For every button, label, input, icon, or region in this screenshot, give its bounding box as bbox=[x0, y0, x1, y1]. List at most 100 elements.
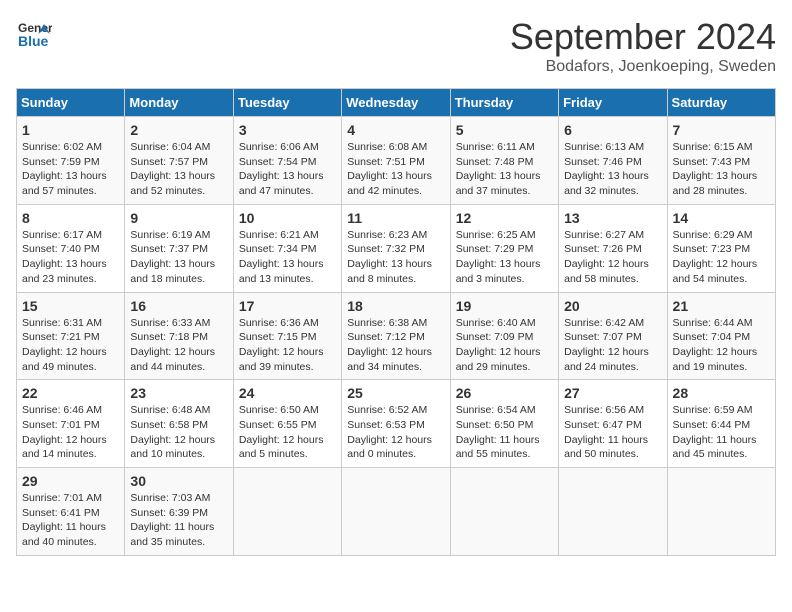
day-number: 19 bbox=[456, 298, 553, 314]
day-number: 16 bbox=[130, 298, 227, 314]
day-info: Sunrise: 6:44 AMSunset: 7:04 PMDaylight:… bbox=[673, 317, 758, 373]
day-number: 24 bbox=[239, 385, 336, 401]
day-info: Sunrise: 6:59 AMSunset: 6:44 PMDaylight:… bbox=[673, 404, 757, 460]
day-number: 28 bbox=[673, 385, 770, 401]
day-number: 1 bbox=[22, 122, 119, 138]
svg-text:Blue: Blue bbox=[18, 33, 49, 49]
title-section: September 2024 Bodafors, Joenkoeping, Sw… bbox=[510, 16, 776, 76]
calendar-cell: 8 Sunrise: 6:17 AMSunset: 7:40 PMDaylight… bbox=[17, 204, 125, 292]
day-info: Sunrise: 6:54 AMSunset: 6:50 PMDaylight:… bbox=[456, 404, 540, 460]
day-number: 17 bbox=[239, 298, 336, 314]
logo-icon: General Blue bbox=[16, 16, 52, 52]
day-number: 11 bbox=[347, 210, 444, 226]
header-wednesday: Wednesday bbox=[342, 89, 450, 117]
calendar-cell: 21 Sunrise: 6:44 AMSunset: 7:04 PMDayligh… bbox=[667, 292, 775, 380]
day-number: 21 bbox=[673, 298, 770, 314]
calendar-week-row: 29 Sunrise: 7:01 AMSunset: 6:41 PMDayligh… bbox=[17, 468, 776, 556]
header-saturday: Saturday bbox=[667, 89, 775, 117]
day-info: Sunrise: 6:04 AMSunset: 7:57 PMDaylight:… bbox=[130, 141, 215, 197]
calendar-cell: 28 Sunrise: 6:59 AMSunset: 6:44 PMDayligh… bbox=[667, 380, 775, 468]
calendar-cell: 23 Sunrise: 6:48 AMSunset: 6:58 PMDayligh… bbox=[125, 380, 233, 468]
calendar-table: Sunday Monday Tuesday Wednesday Thursday… bbox=[16, 88, 776, 556]
calendar-cell: 16 Sunrise: 6:33 AMSunset: 7:18 PMDayligh… bbox=[125, 292, 233, 380]
day-info: Sunrise: 6:17 AMSunset: 7:40 PMDaylight:… bbox=[22, 229, 107, 285]
day-number: 27 bbox=[564, 385, 661, 401]
calendar-title: September 2024 bbox=[510, 16, 776, 58]
calendar-cell: 22 Sunrise: 6:46 AMSunset: 7:01 PMDayligh… bbox=[17, 380, 125, 468]
day-info: Sunrise: 6:02 AMSunset: 7:59 PMDaylight:… bbox=[22, 141, 107, 197]
day-info: Sunrise: 6:31 AMSunset: 7:21 PMDaylight:… bbox=[22, 317, 107, 373]
day-number: 12 bbox=[456, 210, 553, 226]
day-info: Sunrise: 6:52 AMSunset: 6:53 PMDaylight:… bbox=[347, 404, 432, 460]
calendar-subtitle: Bodafors, Joenkoeping, Sweden bbox=[510, 58, 776, 76]
day-info: Sunrise: 6:06 AMSunset: 7:54 PMDaylight:… bbox=[239, 141, 324, 197]
day-info: Sunrise: 6:08 AMSunset: 7:51 PMDaylight:… bbox=[347, 141, 432, 197]
day-number: 13 bbox=[564, 210, 661, 226]
calendar-cell: 6Sunrise: 6:13 AMSunset: 7:46 PMDaylight… bbox=[559, 117, 667, 205]
day-number: 22 bbox=[22, 385, 119, 401]
day-info: Sunrise: 6:36 AMSunset: 7:15 PMDaylight:… bbox=[239, 317, 324, 373]
calendar-cell: 10 Sunrise: 6:21 AMSunset: 7:34 PMDayligh… bbox=[233, 204, 341, 292]
day-number: 25 bbox=[347, 385, 444, 401]
calendar-cell: 25 Sunrise: 6:52 AMSunset: 6:53 PMDayligh… bbox=[342, 380, 450, 468]
logo: General Blue bbox=[16, 16, 52, 52]
day-info: Sunrise: 6:23 AMSunset: 7:32 PMDaylight:… bbox=[347, 229, 432, 285]
day-info: Sunrise: 6:50 AMSunset: 6:55 PMDaylight:… bbox=[239, 404, 324, 460]
day-number: 9 bbox=[130, 210, 227, 226]
calendar-cell: 9 Sunrise: 6:19 AMSunset: 7:37 PMDaylight… bbox=[125, 204, 233, 292]
day-info: Sunrise: 6:15 AMSunset: 7:43 PMDaylight:… bbox=[673, 141, 758, 197]
day-info: Sunrise: 6:21 AMSunset: 7:34 PMDaylight:… bbox=[239, 229, 324, 285]
header: General Blue September 2024 Bodafors, Jo… bbox=[16, 16, 776, 76]
day-number: 23 bbox=[130, 385, 227, 401]
calendar-cell: 3 Sunrise: 6:06 AMSunset: 7:54 PMDaylight… bbox=[233, 117, 341, 205]
calendar-cell bbox=[342, 468, 450, 556]
calendar-cell: 20 Sunrise: 6:42 AMSunset: 7:07 PMDayligh… bbox=[559, 292, 667, 380]
day-info: Sunrise: 7:01 AMSunset: 6:41 PMDaylight:… bbox=[22, 492, 106, 548]
day-number: 29 bbox=[22, 473, 119, 489]
calendar-week-row: 8 Sunrise: 6:17 AMSunset: 7:40 PMDaylight… bbox=[17, 204, 776, 292]
day-info: Sunrise: 6:27 AMSunset: 7:26 PMDaylight:… bbox=[564, 229, 649, 285]
calendar-cell: 18Sunrise: 6:38 AMSunset: 7:12 PMDayligh… bbox=[342, 292, 450, 380]
calendar-week-row: 22 Sunrise: 6:46 AMSunset: 7:01 PMDayligh… bbox=[17, 380, 776, 468]
day-number: 30 bbox=[130, 473, 227, 489]
day-number: 4 bbox=[347, 122, 444, 138]
calendar-cell: 26 Sunrise: 6:54 AMSunset: 6:50 PMDayligh… bbox=[450, 380, 558, 468]
calendar-cell bbox=[450, 468, 558, 556]
day-number: 26 bbox=[456, 385, 553, 401]
day-info: Sunrise: 6:33 AMSunset: 7:18 PMDaylight:… bbox=[130, 317, 215, 373]
day-info: Sunrise: 7:03 AMSunset: 6:39 PMDaylight:… bbox=[130, 492, 214, 548]
calendar-cell bbox=[559, 468, 667, 556]
day-info: Sunrise: 6:19 AMSunset: 7:37 PMDaylight:… bbox=[130, 229, 215, 285]
day-number: 7 bbox=[673, 122, 770, 138]
calendar-cell: 30 Sunrise: 7:03 AMSunset: 6:39 PMDayligh… bbox=[125, 468, 233, 556]
day-number: 3 bbox=[239, 122, 336, 138]
calendar-cell: 2Sunrise: 6:04 AMSunset: 7:57 PMDaylight… bbox=[125, 117, 233, 205]
header-sunday: Sunday bbox=[17, 89, 125, 117]
calendar-cell: 4 Sunrise: 6:08 AMSunset: 7:51 PMDaylight… bbox=[342, 117, 450, 205]
day-number: 18 bbox=[347, 298, 444, 314]
day-number: 8 bbox=[22, 210, 119, 226]
day-info: Sunrise: 6:46 AMSunset: 7:01 PMDaylight:… bbox=[22, 404, 107, 460]
day-info: Sunrise: 6:56 AMSunset: 6:47 PMDaylight:… bbox=[564, 404, 648, 460]
day-info: Sunrise: 6:40 AMSunset: 7:09 PMDaylight:… bbox=[456, 317, 541, 373]
calendar-cell: 15Sunrise: 6:31 AMSunset: 7:21 PMDayligh… bbox=[17, 292, 125, 380]
day-info: Sunrise: 6:42 AMSunset: 7:07 PMDaylight:… bbox=[564, 317, 649, 373]
calendar-week-row: 1 Sunrise: 6:02 AMSunset: 7:59 PMDaylight… bbox=[17, 117, 776, 205]
calendar-week-row: 15Sunrise: 6:31 AMSunset: 7:21 PMDayligh… bbox=[17, 292, 776, 380]
header-tuesday: Tuesday bbox=[233, 89, 341, 117]
calendar-cell: 14Sunrise: 6:29 AMSunset: 7:23 PMDayligh… bbox=[667, 204, 775, 292]
day-number: 5 bbox=[456, 122, 553, 138]
calendar-cell: 27 Sunrise: 6:56 AMSunset: 6:47 PMDayligh… bbox=[559, 380, 667, 468]
day-number: 20 bbox=[564, 298, 661, 314]
day-info: Sunrise: 6:25 AMSunset: 7:29 PMDaylight:… bbox=[456, 229, 541, 285]
header-friday: Friday bbox=[559, 89, 667, 117]
calendar-cell: 29 Sunrise: 7:01 AMSunset: 6:41 PMDayligh… bbox=[17, 468, 125, 556]
calendar-cell bbox=[233, 468, 341, 556]
calendar-cell: 24 Sunrise: 6:50 AMSunset: 6:55 PMDayligh… bbox=[233, 380, 341, 468]
day-number: 6 bbox=[564, 122, 661, 138]
day-number: 14 bbox=[673, 210, 770, 226]
calendar-cell: 13 Sunrise: 6:27 AMSunset: 7:26 PMDayligh… bbox=[559, 204, 667, 292]
day-info: Sunrise: 6:48 AMSunset: 6:58 PMDaylight:… bbox=[130, 404, 215, 460]
day-number: 10 bbox=[239, 210, 336, 226]
day-info: Sunrise: 6:11 AMSunset: 7:48 PMDaylight:… bbox=[456, 141, 541, 197]
